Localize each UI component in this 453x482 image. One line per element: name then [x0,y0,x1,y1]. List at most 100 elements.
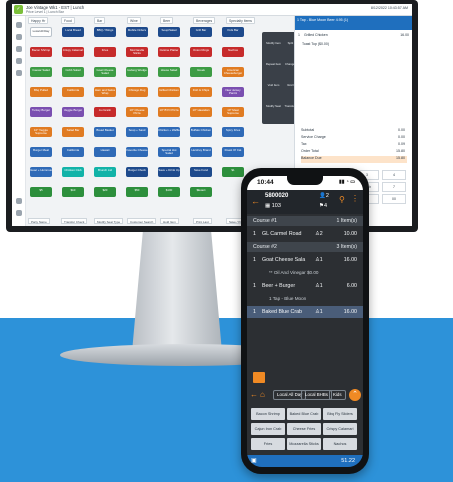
menu-tile[interactable]: Turkey Burger [30,107,52,117]
order-item[interactable]: 1 Beer + Burger ♙1 6.00 [247,280,363,292]
menu-tile[interactable]: California [62,87,84,97]
menu-tile[interactable]: Cobb Salad [62,67,84,77]
bottom-tab[interactable]: Customer Search [127,218,157,224]
menu-tile[interactable]: 10" BYO Pizza [158,107,180,117]
tab-3[interactable]: Wine [127,17,141,24]
menu-tile[interactable]: Onion Rings [190,47,212,57]
menu-tile[interactable]: New Jersey Panini [222,87,244,97]
menu-tile[interactable]: $50 [126,187,148,197]
menu-tile[interactable]: Veggie Burger [62,107,84,117]
menu-tile[interactable]: Iceberg Wedge [126,67,148,77]
menu-tile[interactable]: 10" Hawaiian [190,107,212,117]
menu-tile[interactable]: Ham and Swiss Wrap [94,87,116,97]
search-icon[interactable]: ⚲ [339,195,345,204]
menu-tile[interactable]: $100 [158,187,180,197]
menu-tile[interactable]: 10" Veggie Supreme [30,127,52,137]
user-icon[interactable] [16,34,22,40]
phone-total-bar[interactable]: ▣ 51.22 [247,455,363,467]
menu-tile[interactable]: Au Gratin [94,107,116,117]
bottom-tab[interactable]: Print Last [193,218,212,224]
menu-tile[interactable]: Grill Bar [190,27,212,37]
menu-tile[interactable]: Buffalo Chicken [190,127,212,137]
settings-icon[interactable] [16,198,22,204]
course-header[interactable]: Course #2 3 Item(s) [247,242,363,252]
menu-button[interactable]: Bacon Shrimp [251,408,285,420]
course-header[interactable]: Course #1 1 Item(s) [247,216,363,226]
report-icon[interactable] [16,70,22,76]
menu-tile[interactable]: Crispy Calamari [62,47,84,57]
menu-button[interactable]: Mozzarella Sticks [287,438,321,450]
keypad-key[interactable]: 7 [382,182,406,192]
menu-tile[interactable]: Goat Cheese Salad [94,67,116,77]
order-item[interactable]: 1 Baked Blue Crab ♙1 16.00 [247,306,363,318]
menu-tile[interactable]: House Salad [158,67,180,77]
menu-tile[interactable]: $20 [94,187,116,197]
popup-action-button[interactable]: Repeat Item [264,57,283,68]
order-item[interactable]: 1 GL Carmel Road ♙2 10.00 [247,228,363,240]
menu-tile[interactable]: Hershey Brand [190,147,212,157]
menu-tile[interactable]: American Cheeseburger [222,67,244,77]
menu-tile[interactable]: Spicy Fries [222,127,244,137]
tab-5[interactable]: Beverages [193,17,216,24]
logout-icon[interactable] [16,210,22,216]
back-arrow-icon[interactable]: ← [251,196,260,206]
menu-tile[interactable]: $1 [222,167,244,177]
menu-button[interactable]: Nachos [323,438,357,450]
category-chip[interactable]: Local BHBs [301,390,332,400]
menu-tile[interactable]: $5 [30,187,52,197]
menu-tile[interactable]: Roast Of Cat [222,147,244,157]
more-menu-icon[interactable]: ⋮ [351,194,359,203]
nav-home-icon[interactable]: ⌂ [260,390,265,399]
popup-action-button[interactable]: Modify Item [264,36,283,47]
menu-tile[interactable]: Local Bread [62,27,84,37]
menu-tile[interactable]: Cuisine Platter [158,47,180,57]
menu-tile[interactable]: 10" Cheese Pizza [126,107,148,117]
menu-tile[interactable]: Fish & Chips [190,87,212,97]
bottom-tab[interactable]: Party Name [28,218,50,224]
keypad-key[interactable]: 00 [382,194,406,204]
order-line[interactable]: 1 Grilled Chicken 16.00 [295,31,412,39]
menu-tile[interactable]: Burger Check [126,167,148,177]
menu-tile[interactable]: Kids Bar [222,27,244,37]
popup-action-button[interactable]: Void Item [264,78,283,89]
menu-tile[interactable]: California [62,147,84,157]
menu-tile[interactable]: $Exact [190,187,212,197]
menu-tile[interactable]: Mobile Orders [126,27,148,37]
menu-tile[interactable]: Save + Drink Up [158,167,180,177]
menu-tile[interactable]: Caesar Salad [30,67,52,77]
tab-6[interactable]: Specialty Items [226,17,255,24]
menu-tile[interactable]: Mozzarella Sticks [126,47,148,57]
order-item[interactable]: 1 Goat Cheese Sala ♙1 16.00 [247,254,363,266]
popup-action-button[interactable]: Modify Seat [264,99,283,110]
order-line[interactable]: Toast Top ($0.00) [295,40,412,48]
menu-tile[interactable]: Salad Bar [62,127,84,137]
menu-tile[interactable]: Chicago Dog [126,87,148,97]
menu-tile[interactable]: Save Fund [190,167,212,177]
menu-button[interactable]: Baked Blue Crab Dip [287,408,321,428]
tab-0[interactable]: Happy Hr [28,17,49,24]
menu-tile[interactable]: Special Hot Salad [158,147,180,157]
menu-tile[interactable]: Bread Basket [94,127,116,137]
tab-2[interactable]: Bar [94,17,106,24]
menu-tile[interactable]: Grilled Chicken [158,87,180,97]
home-icon[interactable] [16,22,22,28]
menu-tile[interactable]: Fries [94,47,116,57]
menu-tile[interactable]: Bbq Pulled [30,87,52,97]
orders-icon[interactable] [16,46,22,52]
tab-1[interactable]: Food [61,17,75,24]
menu-tile[interactable]: Chicken + Waffle [158,127,180,137]
menu-tile[interactable]: Local All Day [30,27,52,37]
menu-button[interactable]: Fries [251,438,285,450]
category-chip[interactable]: Kids [329,390,346,400]
nav-back-icon[interactable]: ← [250,390,258,399]
menu-button[interactable]: Cheese Fries [287,423,321,435]
menu-tile[interactable]: Greek [190,67,212,77]
menu-tile[interactable]: Nachos [222,47,244,57]
bottom-tab[interactable]: Transfer Check [61,218,88,224]
menu-tile[interactable]: Guac + Hummus [30,167,52,177]
menu-tile[interactable]: Soup + Sand [126,127,148,137]
menu-button[interactable]: Bbq Fly Sliders [323,408,357,420]
menu-button[interactable]: Crispy Calamari [323,423,357,435]
keypad-key[interactable]: 4 [382,170,406,180]
tab-4[interactable]: Beer [160,17,174,24]
